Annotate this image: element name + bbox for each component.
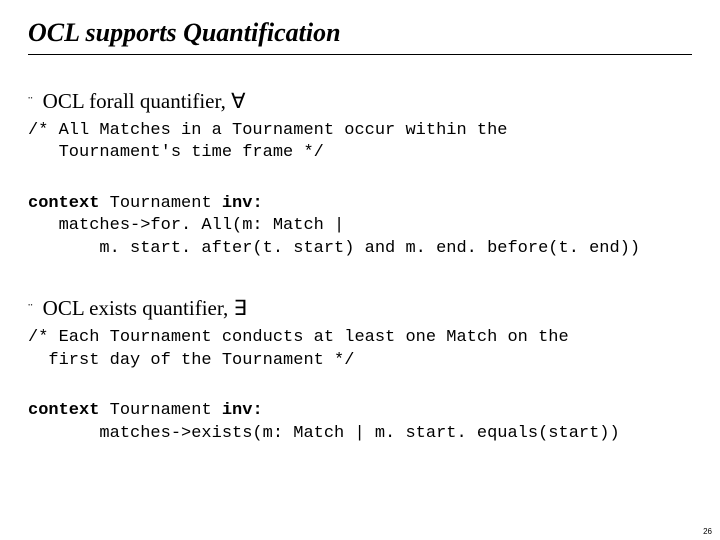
bullet-exists: ¨ OCL exists quantifier, ∃ xyxy=(28,296,692,321)
comment1-line2: Tournament's time frame */ xyxy=(28,142,692,164)
exists-symbol: ∃ xyxy=(234,296,247,320)
slide: OCL supports Quantification ¨ OCL forall… xyxy=(0,0,720,540)
code1-line1-mid: Tournament xyxy=(99,194,221,213)
comment-block-1: /* All Matches in a Tournament occur wit… xyxy=(28,120,692,165)
code1-line1: context Tournament inv: xyxy=(28,193,692,215)
code2-line2: matches->exists(m: Match | m. start. equ… xyxy=(28,423,692,445)
comment2-line2: first day of the Tournament */ xyxy=(28,350,692,372)
bullet-forall-text: OCL forall quantifier, ∀ xyxy=(43,89,246,114)
comment1-line1: /* All Matches in a Tournament occur wit… xyxy=(28,120,692,142)
code2-line1-mid: Tournament xyxy=(99,401,221,420)
bullet-forall-prefix: OCL forall quantifier, xyxy=(43,89,232,113)
code1-line3: m. start. after(t. start) and m. end. be… xyxy=(28,238,692,260)
code-block-2: context Tournament inv: matches->exists(… xyxy=(28,400,692,445)
slide-title: OCL supports Quantification xyxy=(28,18,692,48)
bullet-exists-text: OCL exists quantifier, ∃ xyxy=(43,296,247,321)
spacer xyxy=(28,372,692,394)
forall-symbol: ∀ xyxy=(231,89,245,113)
bullet-glyph-icon: ¨ xyxy=(28,302,33,318)
code2-line1: context Tournament inv: xyxy=(28,400,692,422)
kw-context-1: context xyxy=(28,194,99,213)
kw-context-2: context xyxy=(28,401,99,420)
kw-inv-1: inv: xyxy=(222,194,263,213)
code-block-1: context Tournament inv: matches->for. Al… xyxy=(28,193,692,260)
bullet-glyph-icon: ¨ xyxy=(28,95,33,111)
bullet-exists-prefix: OCL exists quantifier, xyxy=(43,296,234,320)
spacer xyxy=(28,165,692,187)
title-underline xyxy=(28,54,692,55)
code1-line2: matches->for. All(m: Match | xyxy=(28,215,692,237)
page-number: 26 xyxy=(703,527,712,536)
comment2-line1: /* Each Tournament conducts at least one… xyxy=(28,327,692,349)
comment-block-2: /* Each Tournament conducts at least one… xyxy=(28,327,692,372)
kw-inv-2: inv: xyxy=(222,401,263,420)
bullet-forall: ¨ OCL forall quantifier, ∀ xyxy=(28,89,692,114)
spacer xyxy=(28,260,692,296)
